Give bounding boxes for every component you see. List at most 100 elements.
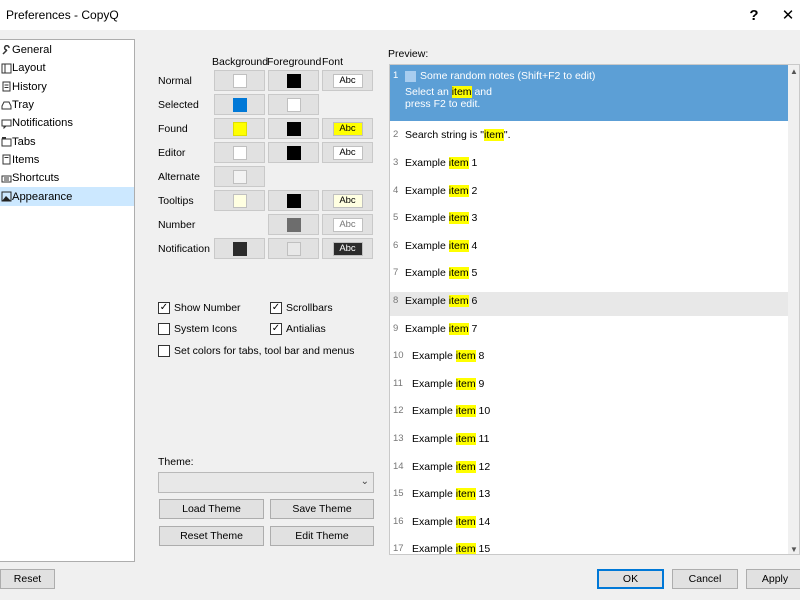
color-swatch — [286, 217, 301, 232]
tooltips-background-button[interactable] — [214, 190, 265, 211]
item-text: Example item 10 — [412, 405, 490, 418]
sidebar-item-items[interactable]: Items — [0, 151, 134, 169]
apply-button[interactable]: Apply — [746, 569, 800, 589]
antialias-checkbox[interactable]: ✓ Antialias — [270, 323, 326, 335]
shortcuts-icon — [0, 172, 12, 184]
color-swatch — [286, 121, 301, 136]
list-item[interactable]: 16 Example item 14 — [390, 513, 790, 537]
tabs-icon — [0, 136, 12, 148]
item-text-part: Example — [405, 239, 449, 252]
edit-theme-button[interactable]: Edit Theme — [270, 526, 374, 546]
item-highlight: item — [455, 350, 476, 363]
selected-background-button[interactable] — [214, 94, 265, 115]
sidebar-item-label: Notifications — [12, 117, 73, 130]
sidebar-item-appearance[interactable]: Appearance — [0, 187, 134, 206]
preview-list[interactable]: 1 Some random notes (Shift+F2 to edit) S… — [389, 64, 800, 555]
sidebar-item-tabs[interactable]: Tabs — [0, 132, 134, 150]
editor-font-button[interactable]: Abc — [322, 142, 373, 163]
notification-font-button[interactable]: Abc — [322, 238, 373, 259]
sidebar-item-tray[interactable]: Tray — [0, 96, 134, 114]
list-item[interactable]: 11 Example item 9 — [390, 375, 790, 399]
editor-background-button[interactable] — [214, 142, 265, 163]
number-font-button[interactable]: Abc — [322, 214, 373, 235]
found-foreground-button[interactable] — [268, 118, 319, 139]
editor-foreground-button[interactable] — [268, 142, 319, 163]
color-row-label: Alternate — [158, 171, 201, 183]
sidebar-item-label: Tray — [12, 99, 34, 112]
color-swatch — [286, 145, 301, 160]
theme-select[interactable]: ⌄ — [158, 472, 374, 493]
list-item[interactable]: 10 Example item 8 — [390, 347, 790, 371]
list-item[interactable]: 6 Example item 4 — [390, 237, 790, 261]
system-icons-checkbox[interactable]: System Icons — [158, 323, 237, 335]
color-row-label: Tooltips — [158, 195, 194, 207]
font-sample: Abc — [332, 73, 363, 88]
reset-button[interactable]: Reset — [0, 569, 55, 589]
item-text-part: 11 — [475, 433, 490, 445]
sidebar-item-notifications[interactable]: Notifications — [0, 114, 134, 132]
sidebar-item-layout[interactable]: Layout — [0, 59, 134, 77]
list-item[interactable]: 2 Search string is "item". — [390, 127, 790, 151]
list-item[interactable]: 17 Example item 15 — [390, 540, 790, 554]
list-item[interactable]: 9 Example item 7 — [390, 320, 790, 344]
ok-button[interactable]: OK — [597, 569, 664, 589]
items-icon — [0, 154, 12, 166]
list-item[interactable]: 8 Example item 6 — [390, 292, 790, 316]
item-text-part: 13 — [475, 488, 491, 501]
sidebar-item-label: Appearance — [12, 190, 73, 203]
item-number: 14 — [393, 460, 404, 472]
list-item[interactable]: 5 Example item 3 — [390, 209, 790, 233]
load-theme-button[interactable]: Load Theme — [159, 499, 264, 519]
list-item[interactable]: 15 Example item 13 — [390, 485, 790, 509]
scrollbar[interactable]: ▲ ▼ — [788, 65, 799, 554]
color-swatch — [232, 121, 247, 136]
list-item[interactable]: 1 Some random notes (Shift+F2 to edit) S… — [390, 65, 790, 121]
wrench-icon — [0, 44, 12, 56]
tooltips-foreground-button[interactable] — [268, 190, 319, 211]
item-number: 15 — [393, 488, 404, 500]
list-item[interactable]: 3 Example item 1 — [390, 154, 790, 178]
notification-foreground-button[interactable] — [268, 238, 319, 259]
close-button[interactable]: ✕ — [768, 0, 800, 30]
sidebar-item-shortcuts[interactable]: Shortcuts — [0, 169, 134, 187]
checkbox-label: Scrollbars — [286, 302, 333, 314]
item-text: Example item 14 — [412, 515, 490, 528]
list-item[interactable]: 12 Example item 10 — [390, 402, 790, 426]
sidebar-item-history[interactable]: History — [0, 78, 134, 96]
font-sample: Abc — [332, 193, 363, 208]
list-item[interactable]: 7 Example item 5 — [390, 264, 790, 288]
number-foreground-button[interactable] — [268, 214, 319, 235]
tooltips-font-button[interactable]: Abc — [322, 190, 373, 211]
sidebar-item-general[interactable]: General — [0, 41, 134, 59]
preview-label: Preview: — [388, 48, 429, 60]
normal-background-button[interactable] — [214, 70, 265, 91]
list-item[interactable]: 13 Example item 11 — [390, 430, 790, 454]
alternate-background-button[interactable] — [214, 166, 265, 187]
found-font-button[interactable]: Abc — [322, 118, 373, 139]
found-background-button[interactable] — [214, 118, 265, 139]
list-item[interactable]: 14 Example item 12 — [390, 458, 790, 482]
item-highlight: item — [448, 295, 469, 307]
show-number-checkbox[interactable]: ✓ Show Number — [158, 302, 241, 314]
list-item[interactable]: 4 Example item 2 — [390, 182, 790, 206]
item-text: Example item 11 — [412, 433, 489, 445]
save-theme-button[interactable]: Save Theme — [270, 499, 374, 519]
item-text-part: 9 — [475, 377, 485, 390]
scroll-up-icon[interactable]: ▲ — [790, 67, 798, 76]
item-number: 8 — [393, 295, 399, 306]
chevron-down-icon: ⌄ — [360, 476, 369, 487]
cancel-button[interactable]: Cancel — [672, 569, 738, 589]
reset-theme-button[interactable]: Reset Theme — [159, 526, 264, 546]
item-number: 9 — [393, 322, 399, 334]
normal-foreground-button[interactable] — [268, 70, 319, 91]
item-title: Some random notes (Shift+F2 to edit) — [420, 70, 596, 82]
selected-foreground-button[interactable] — [268, 94, 319, 115]
scroll-down-icon[interactable]: ▼ — [790, 545, 798, 554]
scrollbars-checkbox[interactable]: ✓ Scrollbars — [270, 302, 333, 314]
notification-background-button[interactable] — [214, 238, 265, 259]
item-text: Example item 2 — [405, 184, 477, 197]
item-number: 5 — [393, 212, 399, 224]
normal-font-button[interactable]: Abc — [322, 70, 373, 91]
theme-label: Theme: — [158, 456, 194, 468]
set-colors-checkbox[interactable]: Set colors for tabs, tool bar and menus — [158, 345, 354, 357]
